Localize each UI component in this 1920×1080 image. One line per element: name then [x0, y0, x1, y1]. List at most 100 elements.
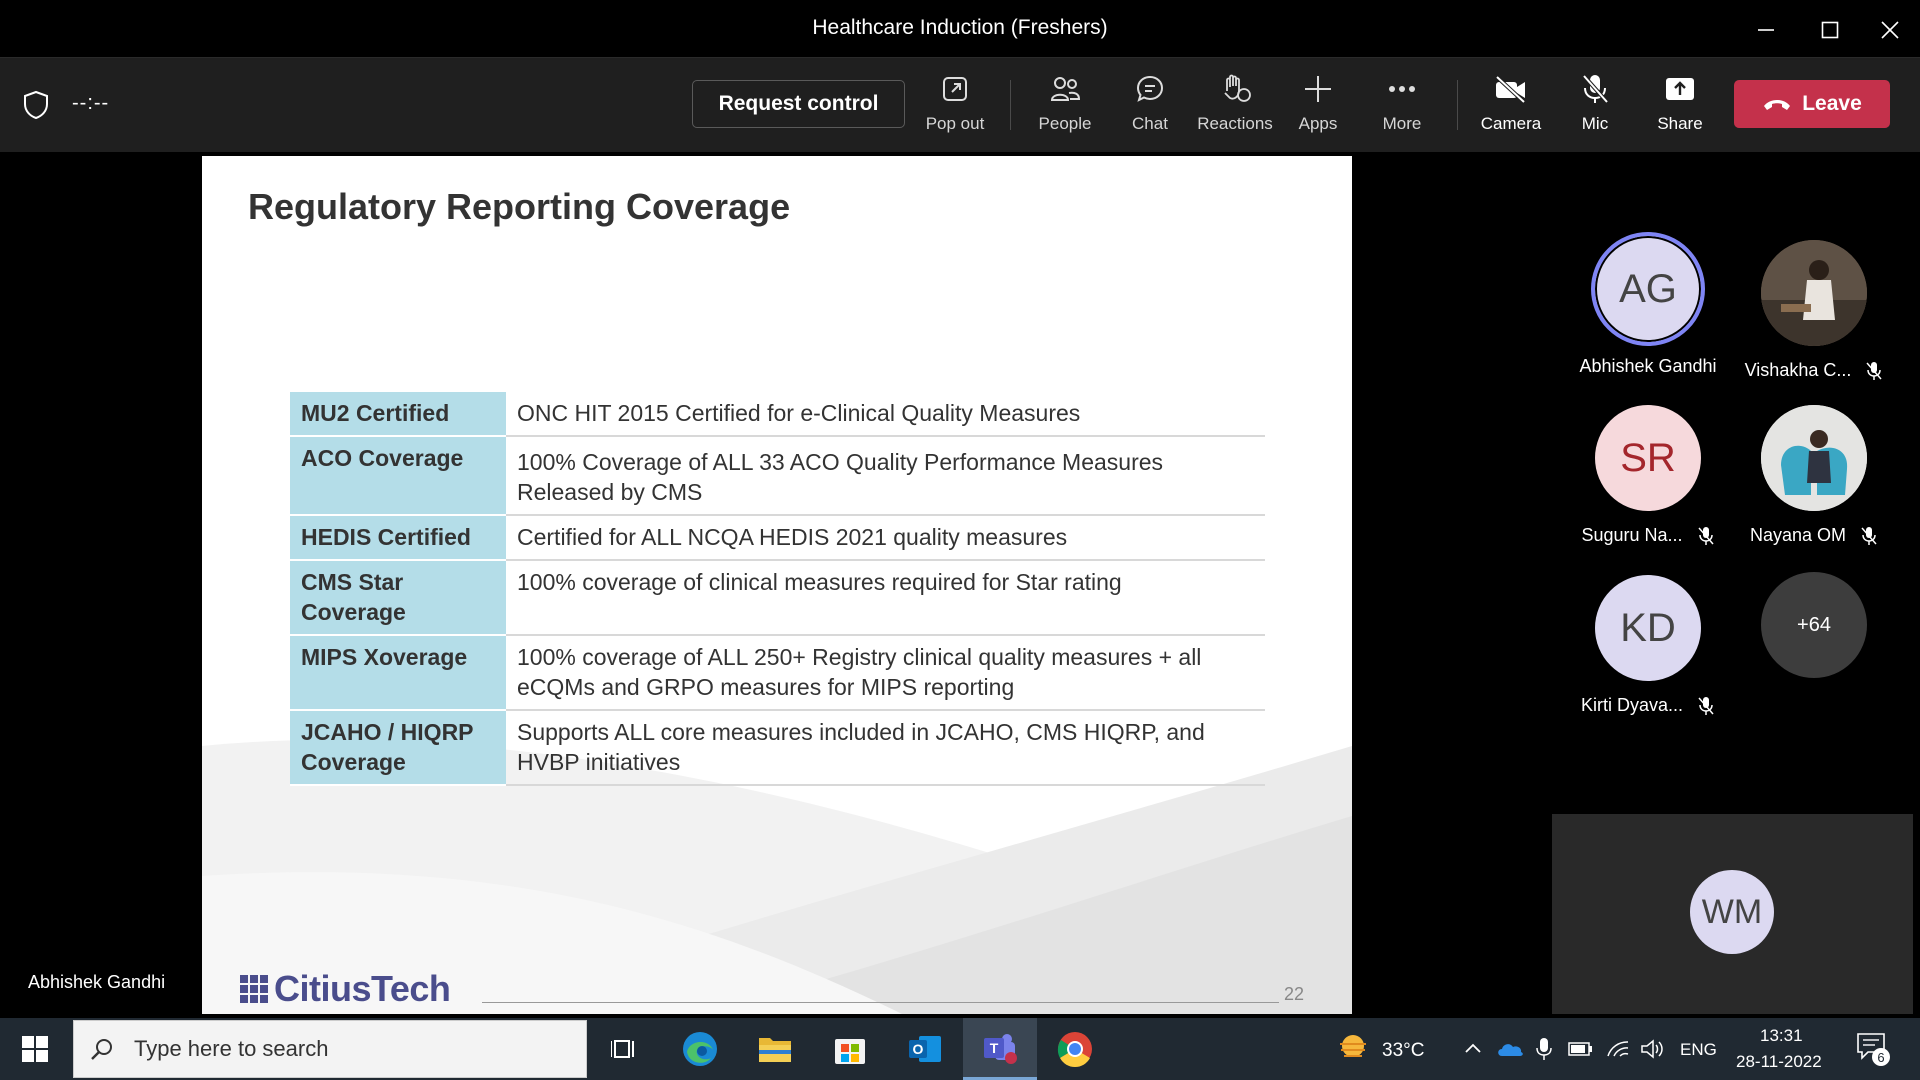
- weather-icon: [1340, 1035, 1366, 1057]
- participant-name: Suguru Na...: [1581, 525, 1683, 545]
- taskbar-outlook[interactable]: O: [888, 1018, 962, 1080]
- meeting-toolbar: --:-- Request control Pop out People Cha…: [0, 58, 1920, 152]
- chat-label: Chat: [1132, 114, 1168, 133]
- table-row: HEDIS Certified Certified for ALL NCQA H…: [290, 515, 1265, 561]
- row-label: ACO Coverage: [290, 436, 506, 516]
- avatar: WM: [1690, 870, 1774, 954]
- row-text: 100% coverage of clinical measures requi…: [506, 560, 1265, 636]
- more-participants-count: +64: [1761, 572, 1867, 678]
- slide-page-number: 22: [1284, 984, 1305, 1004]
- store-icon: [835, 1039, 865, 1064]
- task-view-button[interactable]: [588, 1018, 662, 1080]
- table-row: ACO Coverage 100% Coverage of ALL 33 ACO…: [290, 436, 1265, 516]
- table-row: MU2 Certified ONC HIT 2015 Certified for…: [290, 392, 1265, 437]
- weather-temperature[interactable]: 33°C: [1382, 1040, 1424, 1062]
- more-label: More: [1382, 114, 1422, 133]
- avatar-photo: [1761, 405, 1867, 511]
- task-view-icon: [611, 1040, 634, 1058]
- row-label: JCAHO / HIQRP Coverage: [290, 710, 506, 786]
- mic-off-icon: [1866, 361, 1882, 380]
- search-icon: [91, 1039, 112, 1060]
- table-row: JCAHO / HIQRP Coverage Supports ALL core…: [290, 710, 1265, 786]
- minimize-icon[interactable]: [1746, 10, 1786, 50]
- table-row: CMS Star Coverage 100% coverage of clini…: [290, 560, 1265, 636]
- people-icon: [1048, 72, 1082, 106]
- start-button[interactable]: [0, 1018, 70, 1080]
- mic-button[interactable]: Mic: [1560, 72, 1630, 142]
- participant-tile[interactable]: KD Kirti Dyava...: [1563, 575, 1733, 716]
- title-bar: Healthcare Induction (Freshers): [0, 0, 1920, 58]
- windows-taskbar: Type here to search O T 33°C ENG 13:31 2…: [0, 1018, 1920, 1080]
- row-label: MIPS Xoverage: [290, 635, 506, 711]
- share-button[interactable]: Share: [1645, 72, 1715, 142]
- speaker-icon[interactable]: [1640, 1038, 1664, 1060]
- microphone-icon[interactable]: [1536, 1037, 1552, 1061]
- leave-button[interactable]: Leave: [1734, 80, 1890, 128]
- meeting-timer: --:--: [72, 92, 110, 114]
- more-participants-tile[interactable]: +64: [1729, 572, 1899, 678]
- taskbar-store[interactable]: [813, 1018, 887, 1080]
- phone-hangup-icon: [1764, 100, 1791, 110]
- participant-tile[interactable]: AG Abhishek Gandhi: [1563, 232, 1733, 377]
- taskbar-chrome[interactable]: [1038, 1018, 1112, 1080]
- input-language[interactable]: ENG: [1680, 1040, 1717, 1060]
- taskbar-edge[interactable]: [663, 1018, 737, 1080]
- taskbar-teams[interactable]: T: [963, 1018, 1037, 1080]
- apps-button[interactable]: Apps: [1283, 72, 1353, 142]
- battery-icon[interactable]: [1568, 1040, 1594, 1058]
- chevron-up-icon[interactable]: [1464, 1042, 1482, 1054]
- participant-tile[interactable]: SR Suguru Na...: [1563, 405, 1733, 546]
- row-label: CMS Star Coverage: [290, 560, 506, 636]
- mic-off-icon: [1861, 526, 1877, 545]
- folder-icon: [759, 1038, 791, 1062]
- avatar-photo: [1761, 240, 1867, 346]
- clock-date[interactable]: 28-11-2022: [1736, 1052, 1822, 1072]
- request-control-button[interactable]: Request control: [692, 80, 905, 128]
- people-button[interactable]: People: [1030, 72, 1100, 142]
- people-label: People: [1038, 114, 1092, 133]
- leave-label: Leave: [1802, 92, 1862, 115]
- more-icon: [1385, 72, 1419, 106]
- camera-button[interactable]: Camera: [1476, 72, 1546, 142]
- slide-title: Regulatory Reporting Coverage: [248, 186, 791, 227]
- presenter-name: Abhishek Gandhi: [28, 972, 166, 992]
- self-video-tile: WM: [1552, 814, 1913, 1014]
- chrome-icon: [1057, 1032, 1092, 1067]
- mic-off-icon: [1578, 72, 1612, 106]
- chat-icon: [1133, 72, 1167, 106]
- mic-off-icon: [1697, 526, 1714, 545]
- reactions-button[interactable]: Reactions: [1195, 72, 1275, 142]
- close-icon[interactable]: [1870, 10, 1910, 50]
- clock-time[interactable]: 13:31: [1760, 1026, 1803, 1046]
- participant-tile[interactable]: Nayana OM: [1729, 405, 1899, 546]
- participant-name: Nayana OM: [1749, 525, 1847, 545]
- maximize-icon[interactable]: [1810, 10, 1850, 50]
- more-button[interactable]: More: [1367, 72, 1437, 142]
- wifi-icon[interactable]: [1606, 1038, 1630, 1058]
- participant-name: Vishakha C...: [1744, 360, 1852, 380]
- share-label: Share: [1657, 114, 1703, 133]
- chat-button[interactable]: Chat: [1115, 72, 1185, 142]
- pop-out-button[interactable]: Pop out: [920, 72, 990, 142]
- pop-out-label: Pop out: [925, 114, 985, 133]
- onedrive-icon[interactable]: [1496, 1040, 1524, 1058]
- toolbar-divider: [1457, 80, 1458, 130]
- svg-text:T: T: [990, 1040, 999, 1056]
- apps-label: Apps: [1298, 114, 1338, 133]
- share-icon: [1663, 72, 1697, 106]
- pop-out-icon: [938, 72, 972, 106]
- notification-button[interactable]: 6: [1856, 1032, 1890, 1066]
- avatar: KD: [1595, 575, 1701, 681]
- shared-slide: Regulatory Reporting Coverage MU2 Certif…: [202, 156, 1352, 1014]
- mic-label: Mic: [1581, 114, 1609, 133]
- mic-off-icon: [1698, 696, 1714, 715]
- citiustech-logo: CitiusTech: [240, 968, 451, 1010]
- avatar: AG: [1591, 232, 1705, 346]
- edge-icon: [683, 1032, 717, 1066]
- search-placeholder: Type here to search: [134, 1036, 329, 1061]
- taskbar-file-explorer[interactable]: [738, 1018, 812, 1080]
- avatar: SR: [1595, 405, 1701, 511]
- taskbar-search-input[interactable]: Type here to search: [73, 1020, 587, 1078]
- participant-tile[interactable]: Vishakha C...: [1729, 240, 1899, 381]
- camera-off-icon: [1494, 72, 1528, 106]
